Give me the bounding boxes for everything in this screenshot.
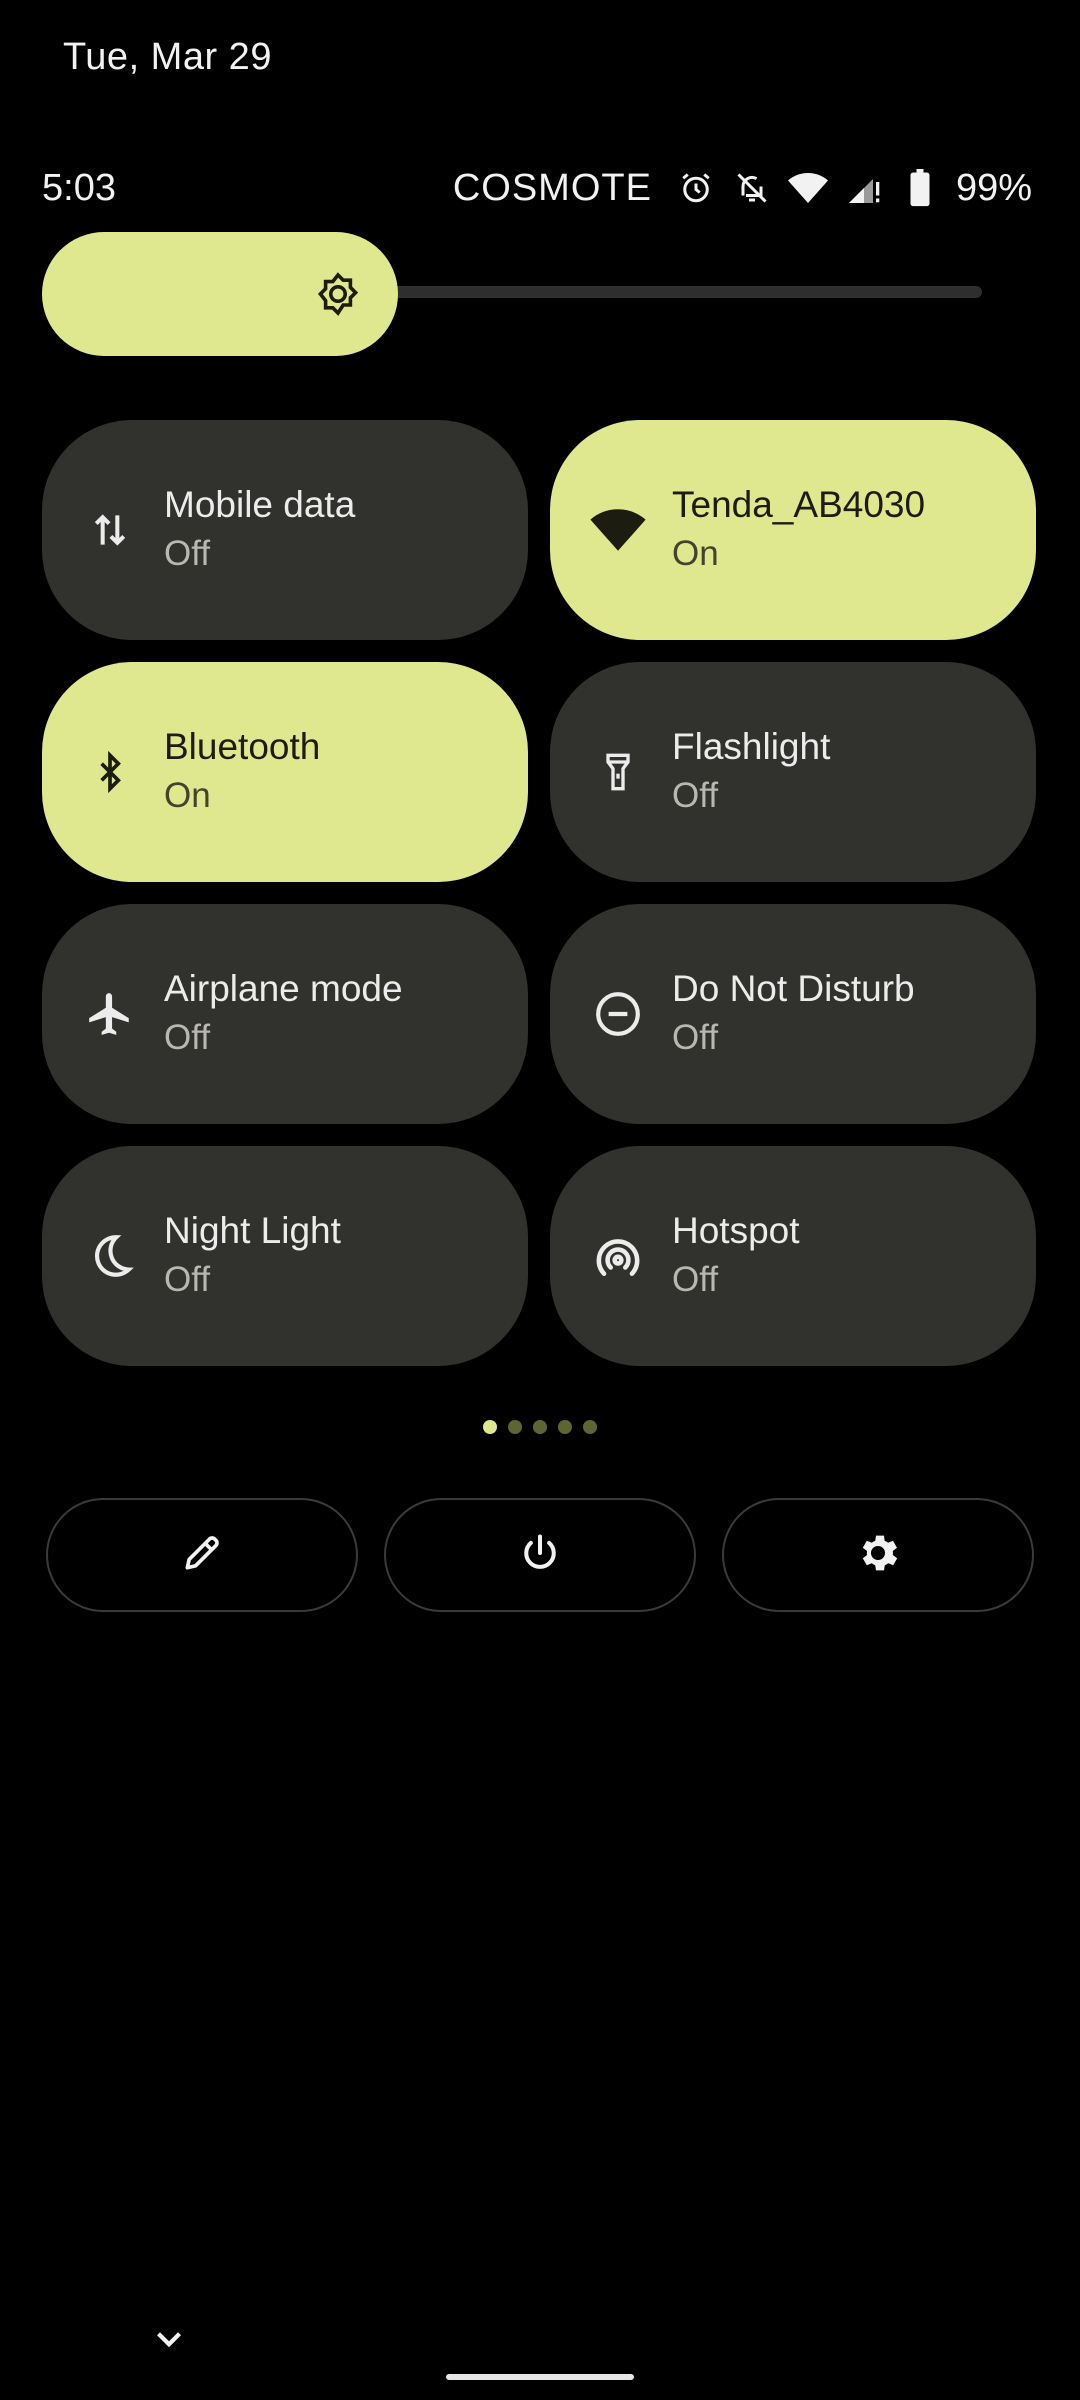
brightness-slider[interactable] xyxy=(42,232,982,356)
tile-label: Night Light xyxy=(164,1210,341,1251)
date-label: Tue, Mar 29 xyxy=(63,36,272,78)
tile-state: Off xyxy=(672,776,719,815)
page-indicator xyxy=(0,1420,1080,1434)
page-dot xyxy=(483,1420,497,1434)
tile-state: Off xyxy=(164,534,211,573)
tile-mobile-data[interactable]: Mobile data Off xyxy=(42,420,528,640)
battery-icon xyxy=(900,168,940,208)
power-icon xyxy=(518,1531,562,1580)
mobile-data-icon xyxy=(82,502,138,558)
quick-settings-tiles: Mobile data Off Tenda_AB4030 On Bluetoot… xyxy=(42,420,1038,1366)
edit-button[interactable] xyxy=(46,1498,358,1612)
tile-night-light[interactable]: Night Light Off xyxy=(42,1146,528,1366)
status-clock: 5:03 xyxy=(42,166,116,209)
notifications-off-icon xyxy=(732,168,772,208)
tile-label: Mobile data xyxy=(164,484,356,525)
page-dot xyxy=(533,1420,547,1434)
tile-hotspot[interactable]: Hotspot Off xyxy=(550,1146,1036,1366)
tile-state: On xyxy=(672,534,719,573)
page-dot xyxy=(583,1420,597,1434)
collapse-chevron-icon[interactable] xyxy=(148,2318,190,2360)
tile-wifi[interactable]: Tenda_AB4030 On xyxy=(550,420,1036,640)
tile-label: Tenda_AB4030 xyxy=(672,484,926,525)
tile-label: Airplane mode xyxy=(164,968,403,1009)
airplane-icon xyxy=(82,986,138,1042)
flashlight-icon xyxy=(590,744,646,800)
tile-flashlight[interactable]: Flashlight Off xyxy=(550,662,1036,882)
tile-label: Hotspot xyxy=(672,1210,800,1251)
tile-label: Bluetooth xyxy=(164,726,321,767)
battery-percent: 99% xyxy=(955,166,1032,209)
wifi-icon xyxy=(590,502,646,558)
tile-bluetooth[interactable]: Bluetooth On xyxy=(42,662,528,882)
carrier-name: COSMOTE xyxy=(452,166,652,209)
home-gesture-handle[interactable] xyxy=(446,2374,634,2380)
settings-icon xyxy=(854,1529,902,1582)
page-dot xyxy=(508,1420,522,1434)
tile-state: Off xyxy=(672,1018,719,1057)
tile-airplane-mode[interactable]: Airplane mode Off xyxy=(42,904,528,1124)
tile-state: Off xyxy=(672,1260,719,1299)
do-not-disturb-icon xyxy=(590,986,646,1042)
status-bar: 5:03 COSMOTE 99% xyxy=(42,160,1032,216)
status-icons: COSMOTE 99% xyxy=(453,167,1032,210)
tile-state: Off xyxy=(164,1018,211,1057)
night-light-icon xyxy=(82,1228,138,1284)
brightness-icon xyxy=(314,270,362,318)
tile-state: Off xyxy=(164,1260,211,1299)
bottom-actions xyxy=(46,1498,1034,1612)
cell-signal-icon xyxy=(844,168,884,208)
tile-label: Flashlight xyxy=(672,726,831,767)
bluetooth-icon xyxy=(82,744,138,800)
tile-state: On xyxy=(164,776,211,815)
hotspot-icon xyxy=(590,1228,646,1284)
wifi-icon xyxy=(787,168,828,208)
power-button[interactable] xyxy=(384,1498,696,1612)
tile-do-not-disturb[interactable]: Do Not Disturb Off xyxy=(550,904,1036,1124)
settings-button[interactable] xyxy=(722,1498,1034,1612)
edit-icon xyxy=(180,1531,224,1580)
page-dot xyxy=(558,1420,572,1434)
alarm-icon xyxy=(676,168,716,208)
tile-label: Do Not Disturb xyxy=(672,968,915,1009)
